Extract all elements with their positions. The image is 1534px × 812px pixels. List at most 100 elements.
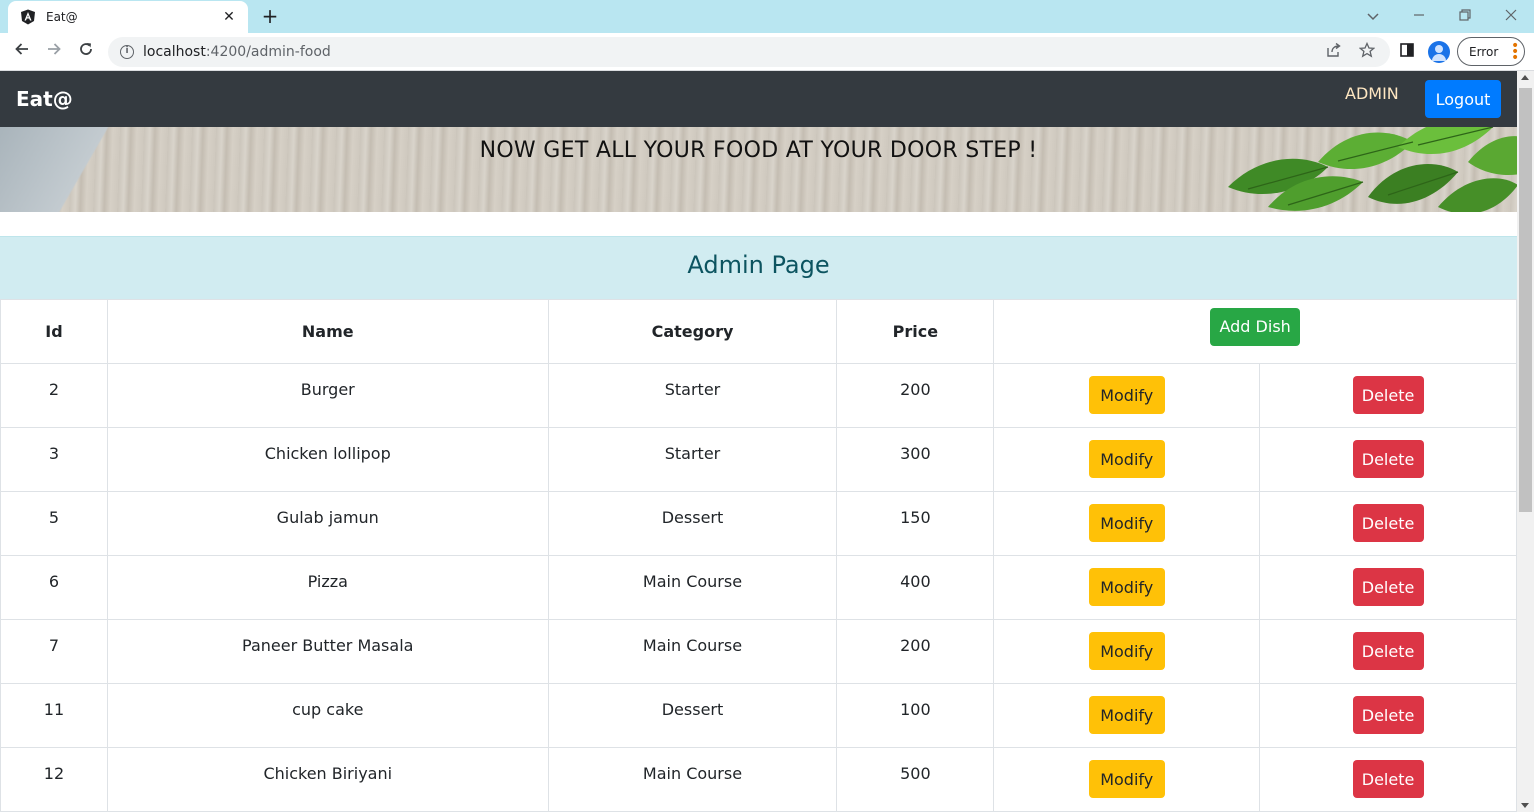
table-row: 11 cup cake Dessert 100 Modify Delete: [0, 683, 1517, 748]
cell-price: 500: [836, 747, 995, 812]
delete-button[interactable]: Delete: [1352, 632, 1424, 670]
restore-icon[interactable]: [1450, 4, 1480, 28]
delete-button[interactable]: Delete: [1352, 696, 1424, 734]
star-icon[interactable]: [1357, 41, 1377, 62]
forward-arrow-icon[interactable]: [41, 39, 67, 65]
brand-logo[interactable]: Eat@: [16, 87, 73, 111]
cell-id: 12: [0, 747, 108, 812]
table-row: 6 Pizza Main Course 400 Modify Delete: [0, 555, 1517, 620]
cell-name: Chicken lollipop: [106, 427, 549, 492]
column-header-actions: Add Dish: [993, 299, 1517, 364]
scroll-thumb[interactable]: [1519, 88, 1532, 512]
cell-price: 200: [836, 363, 995, 428]
delete-button[interactable]: Delete: [1352, 440, 1424, 478]
browser-tabbar: Eat@ ✕ +: [0, 0, 1534, 33]
delete-button[interactable]: Delete: [1352, 568, 1424, 606]
cell-id: 5: [0, 491, 108, 556]
modify-button[interactable]: Modify: [1088, 504, 1165, 542]
cell-name: Paneer Butter Masala: [106, 619, 549, 684]
navbar: Eat@ ADMIN Logout: [0, 71, 1517, 127]
scroll-down-arrow-icon[interactable]: [1521, 803, 1529, 808]
modify-button[interactable]: Modify: [1088, 632, 1165, 670]
browser-toolbar: i localhost:4200/admin-food Error • • •: [0, 33, 1534, 71]
minimize-icon[interactable]: [1404, 4, 1434, 28]
cell-price: 100: [836, 683, 995, 748]
cell-id: 6: [0, 555, 108, 620]
cell-id: 11: [0, 683, 108, 748]
table-row: 2 Burger Starter 200 Modify Delete: [0, 363, 1517, 428]
table-row: 7 Paneer Butter Masala Main Course 200 M…: [0, 619, 1517, 684]
cell-delete: Delete: [1259, 683, 1517, 748]
hero-banner: NOW GET ALL YOUR FOOD AT YOUR DOOR STEP …: [0, 127, 1517, 212]
scroll-up-arrow-icon[interactable]: [1521, 75, 1529, 80]
cell-name: Chicken Biriyani: [106, 747, 549, 812]
cell-modify: Modify: [993, 619, 1261, 684]
sidepanel-icon[interactable]: [1396, 41, 1418, 63]
error-label: Error: [1469, 44, 1499, 59]
admin-page-header: Admin Page: [0, 236, 1517, 299]
url-text[interactable]: localhost:4200/admin-food: [143, 44, 331, 60]
modify-button[interactable]: Modify: [1088, 760, 1165, 798]
cell-category: Main Course: [547, 555, 838, 620]
tab-close-icon[interactable]: ✕: [220, 9, 238, 25]
cell-category: Main Course: [547, 619, 838, 684]
cell-id: 3: [0, 427, 108, 492]
reload-icon[interactable]: [73, 39, 99, 65]
cell-modify: Modify: [993, 363, 1261, 428]
address-bar[interactable]: i localhost:4200/admin-food: [108, 37, 1390, 67]
cell-category: Main Course: [547, 747, 838, 812]
cell-modify: Modify: [993, 747, 1261, 812]
cell-price: 300: [836, 427, 995, 492]
cell-modify: Modify: [993, 683, 1261, 748]
browser-tab[interactable]: Eat@ ✕: [8, 1, 248, 33]
cell-name: Gulab jamun: [106, 491, 549, 556]
logout-button[interactable]: Logout: [1425, 80, 1501, 118]
modify-button[interactable]: Modify: [1088, 568, 1165, 606]
profile-icon[interactable]: [1428, 41, 1450, 63]
modify-button[interactable]: Modify: [1088, 376, 1165, 414]
new-tab-button[interactable]: +: [258, 4, 282, 28]
page-title: Admin Page: [687, 251, 830, 279]
table-header-row: Id Name Category Price Add Dish: [0, 299, 1517, 364]
cell-category: Starter: [547, 427, 838, 492]
angular-favicon-icon: [20, 9, 36, 25]
cell-delete: Delete: [1259, 427, 1517, 492]
delete-button[interactable]: Delete: [1352, 760, 1424, 798]
delete-button[interactable]: Delete: [1352, 504, 1424, 542]
menu-dots-icon[interactable]: • • •: [1511, 39, 1519, 65]
cell-delete: Delete: [1259, 555, 1517, 620]
food-table: Id Name Category Price Add Dish 2 Burger…: [0, 299, 1517, 812]
back-arrow-icon[interactable]: [9, 39, 35, 65]
cell-delete: Delete: [1259, 363, 1517, 428]
cell-category: Dessert: [547, 683, 838, 748]
banner-heading: NOW GET ALL YOUR FOOD AT YOUR DOOR STEP …: [479, 138, 1038, 163]
cell-modify: Modify: [993, 427, 1261, 492]
column-header-name: Name: [106, 299, 549, 364]
cell-category: Dessert: [547, 491, 838, 556]
nav-admin-link[interactable]: ADMIN: [1345, 84, 1399, 103]
modify-button[interactable]: Modify: [1088, 440, 1165, 478]
column-header-category: Category: [547, 299, 838, 364]
close-icon[interactable]: [1496, 4, 1526, 28]
share-icon[interactable]: [1324, 42, 1344, 62]
table-row: 3 Chicken lollipop Starter 300 Modify De…: [0, 427, 1517, 492]
tab-title: Eat@: [46, 10, 78, 24]
table-row: 5 Gulab jamun Dessert 150 Modify Delete: [0, 491, 1517, 556]
cell-modify: Modify: [993, 491, 1261, 556]
site-info-icon[interactable]: i: [120, 45, 134, 59]
cell-delete: Delete: [1259, 747, 1517, 812]
cell-price: 200: [836, 619, 995, 684]
table-row: 12 Chicken Biriyani Main Course 500 Modi…: [0, 747, 1517, 812]
modify-button[interactable]: Modify: [1088, 696, 1165, 734]
delete-button[interactable]: Delete: [1352, 376, 1424, 414]
tab-search-icon[interactable]: [1358, 4, 1388, 28]
cell-name: Pizza: [106, 555, 549, 620]
error-button[interactable]: Error • • •: [1457, 37, 1525, 66]
page-scrollbar[interactable]: [1517, 71, 1534, 812]
cell-delete: Delete: [1259, 619, 1517, 684]
column-header-price: Price: [836, 299, 995, 364]
cell-id: 7: [0, 619, 108, 684]
cell-delete: Delete: [1259, 491, 1517, 556]
add-dish-button[interactable]: Add Dish: [1210, 307, 1301, 346]
cell-modify: Modify: [993, 555, 1261, 620]
